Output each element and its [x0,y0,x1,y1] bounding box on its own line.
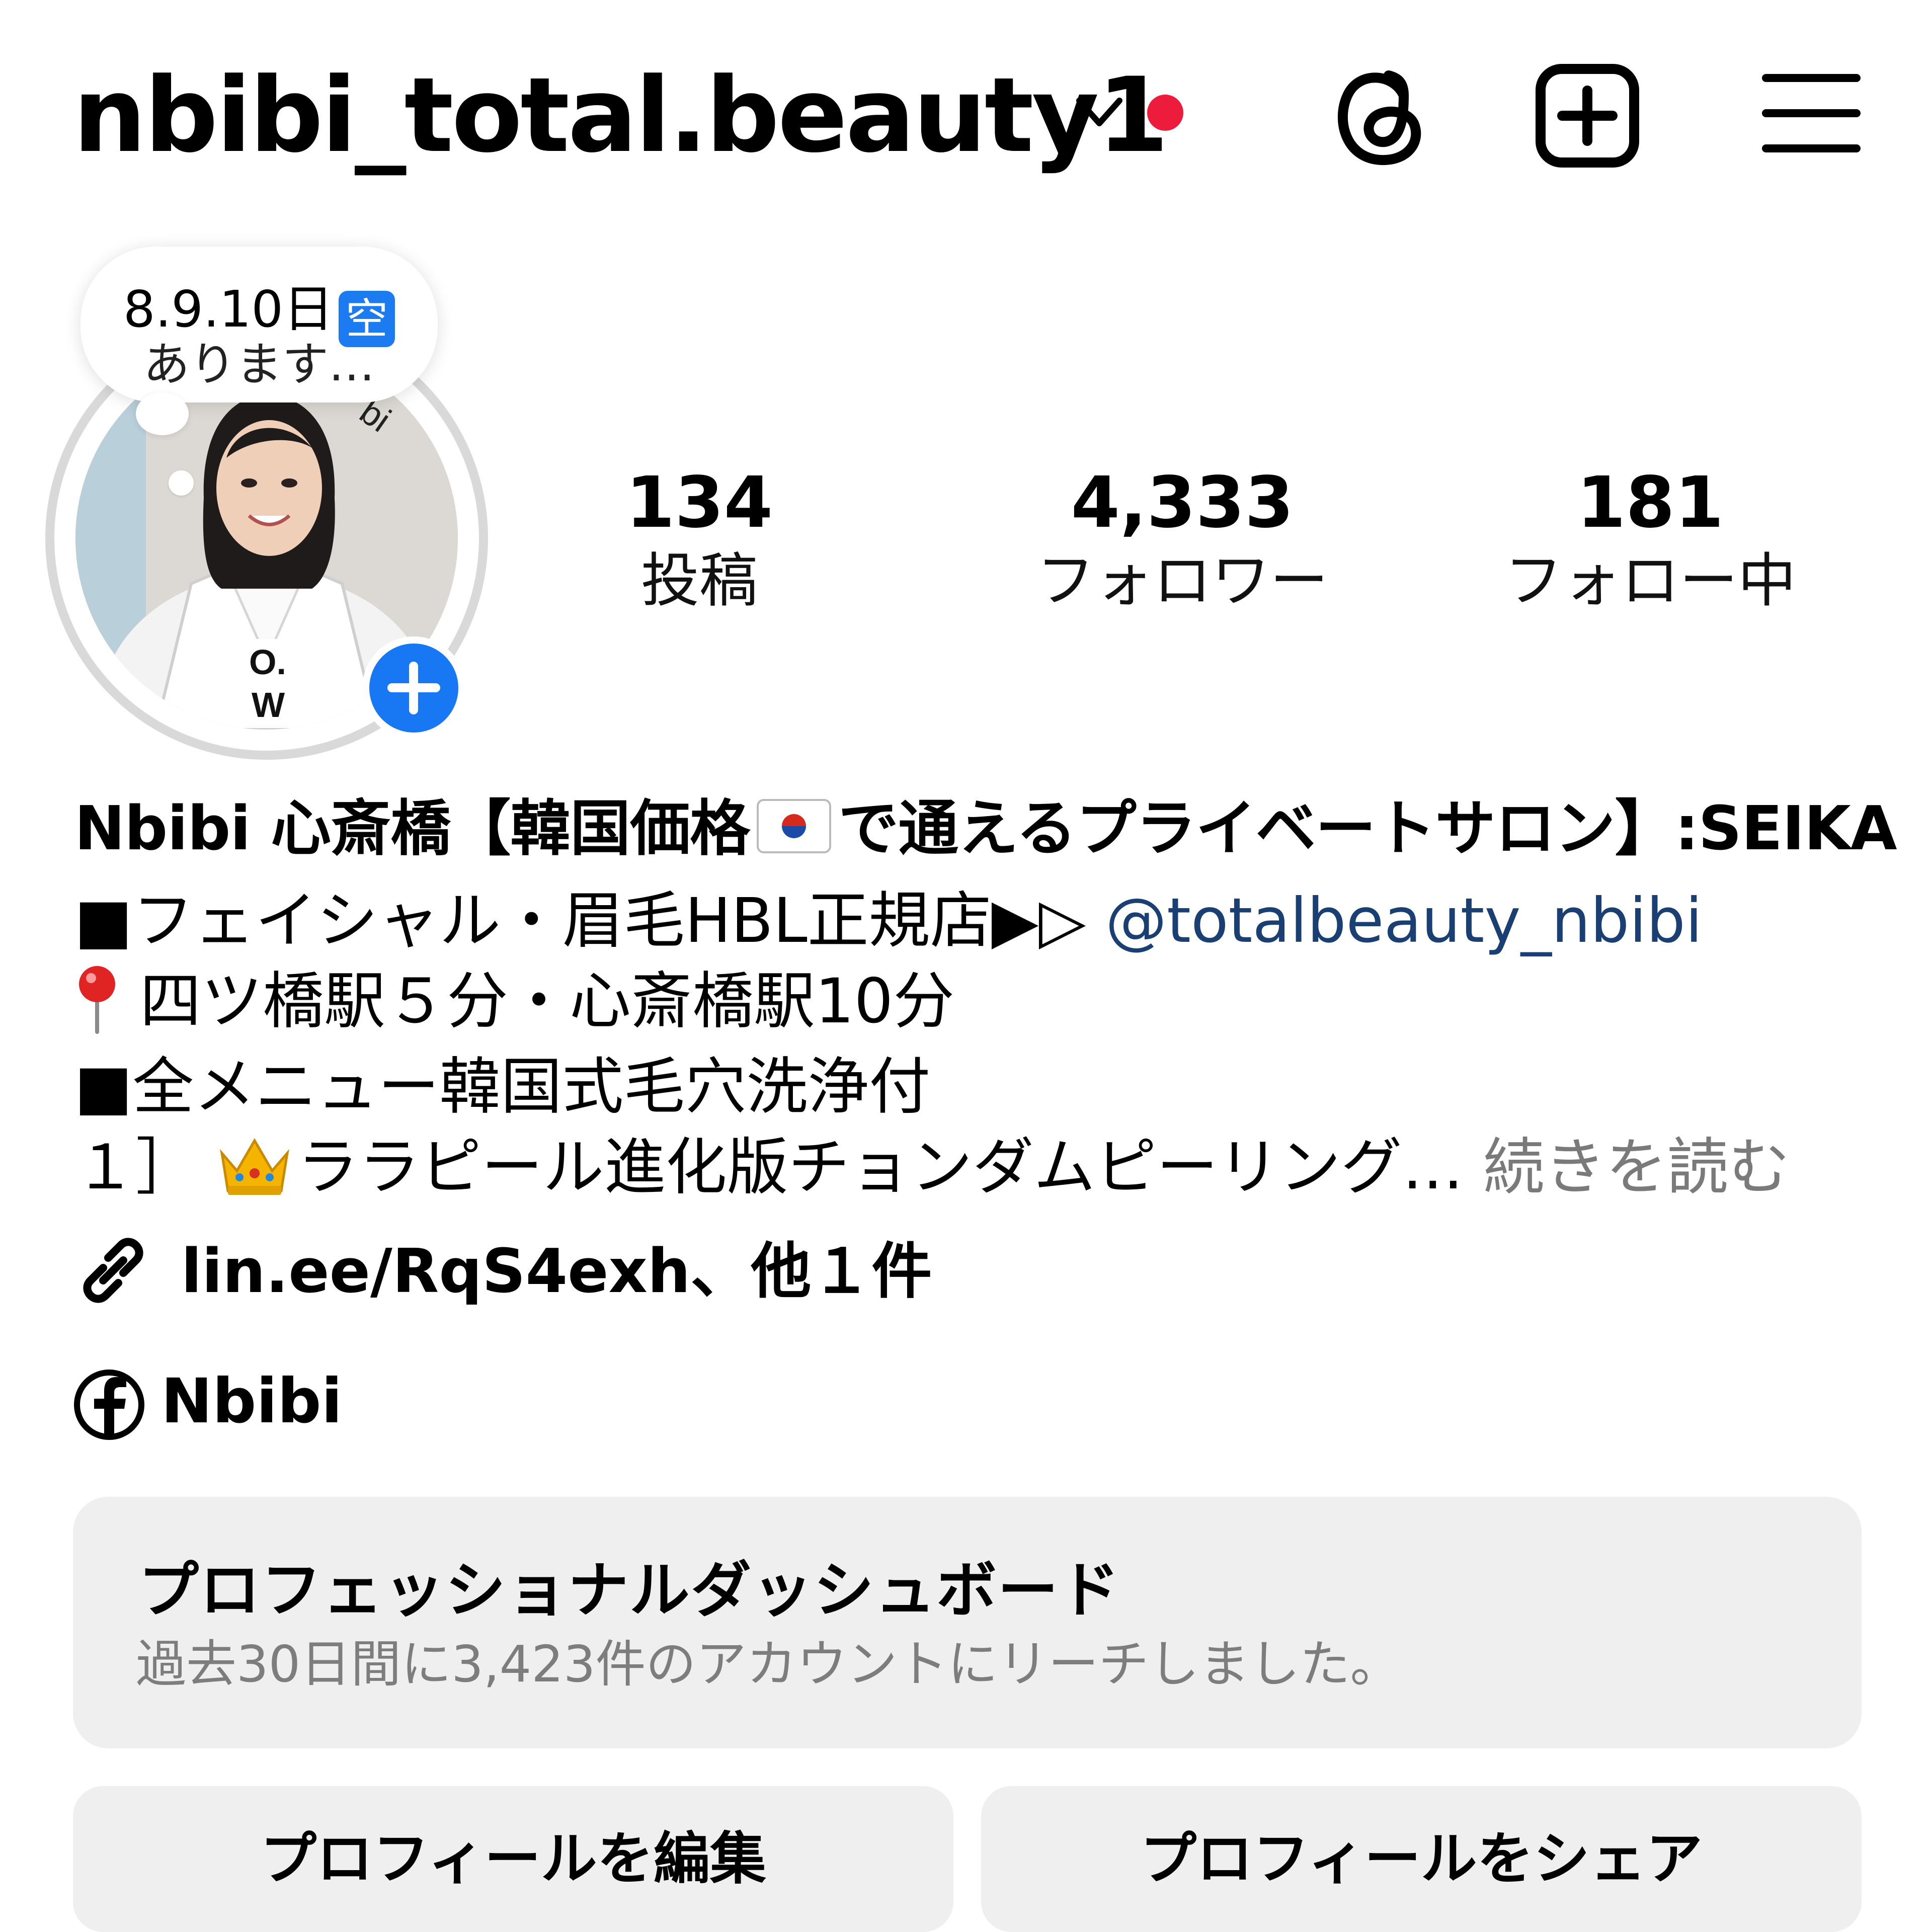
share-profile-button[interactable]: プロフィールをシェア [981,1786,1862,1932]
link-icon [83,1238,143,1303]
pin-icon [79,966,115,1034]
bio-line-4: １］ ララピール進化版チョンダムピーリング… 続きを読む [74,1130,1790,1205]
bio-line-1: ■フェイシャル・眉毛HBL正規店▶▷ @totalbeauty_nbibi [74,883,1703,958]
profile-link[interactable]: lin.ee/RqS4exh、他１件 [181,1235,932,1308]
stat-posts[interactable]: 134 投稿 [594,463,805,616]
bio-line-1-text: ■フェイシャル・眉毛HBL正規店▶▷ [74,885,1086,956]
note-bubble-tail [136,392,189,435]
bio-line-2-text: 四ツ橋駅５分・心斎橋駅10分 [140,965,955,1037]
mention-link[interactable]: @totalbeauty_nbibi [1105,885,1703,956]
note-bubble-tail-small [169,470,194,496]
followers-count: 4,333 [1071,462,1294,544]
following-label: フォロー中 [1504,547,1796,615]
posts-count: 134 [625,462,773,544]
crown-icon [219,1138,289,1195]
facebook-link[interactable]: Nbibi [161,1363,342,1439]
bio-line-4-prefix: １］ [74,1132,197,1203]
add-post-icon[interactable] [1535,63,1640,169]
stat-following[interactable]: 181 フォロー中 [1489,463,1811,616]
notification-dot [1147,95,1183,131]
note-line2: あります… [143,338,375,391]
bio-line-3: ■全メニュー韓国式毛穴洗浄付 [74,1051,931,1122]
threads-icon[interactable] [1328,60,1429,171]
add-story-button[interactable] [362,636,465,740]
edit-profile-button[interactable]: プロフィールを編集 [73,1786,953,1932]
username-title[interactable]: nbibi_total.beauty1 [73,55,1169,176]
display-name-part2: で通えるプライベートサロン】:SEIKA [838,794,1897,864]
korea-flag-icon [757,799,832,853]
display-name-part1: Nbibi 心斎橋【韓国価格 [74,794,750,864]
posts-label: 投稿 [641,547,758,615]
svg-text:W: W [252,685,285,725]
bio-line-4-text: ララピール進化版チョンダムピーリング… [297,1132,1464,1203]
dashboard-title: プロフェッショナルダッシュボード [138,1556,1120,1626]
chevron-down-icon[interactable] [1072,88,1127,138]
read-more-link[interactable]: 続きを読む [1483,1132,1790,1203]
facebook-icon [74,1370,144,1440]
stat-followers[interactable]: 4,333 フォロワー [1006,463,1358,616]
note-bubble[interactable]: 8.9.10日空 あります… [80,247,438,403]
note-date: 8.9.10日 [123,280,334,339]
bio-line-2: 四ツ橋駅５分・心斎橋駅10分 [74,963,954,1039]
profile-display-name: Nbibi 心斎橋【韓国価格 で通えるプライベートサロン】:SEIKA [74,794,1897,864]
menu-icon[interactable] [1761,70,1862,156]
plus-icon [387,662,440,714]
following-count: 181 [1576,462,1724,544]
dashboard-subtitle: 過去30日間に3,423件のアカウントにリーチしました。 [136,1635,1401,1694]
svg-text:O.: O. [249,642,286,682]
followers-label: フォロワー [1036,547,1328,615]
